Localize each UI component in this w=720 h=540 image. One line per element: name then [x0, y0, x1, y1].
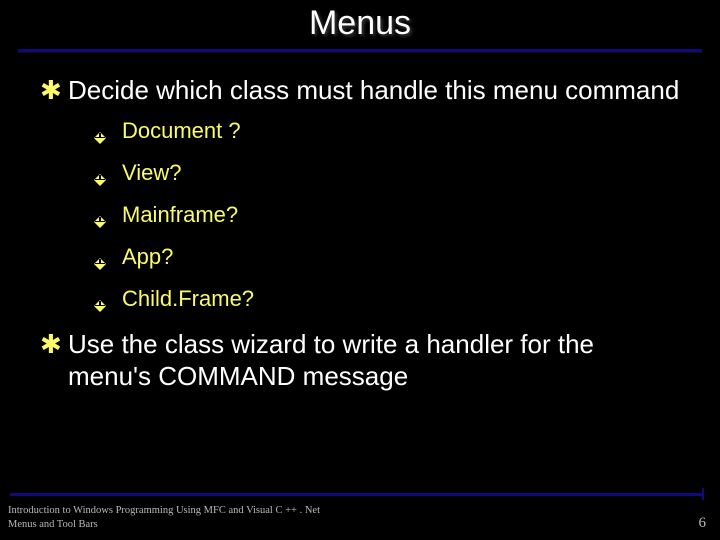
- star-bullet-icon: ✱: [40, 74, 68, 106]
- footer-text: Introduction to Windows Programming Usin…: [8, 504, 320, 532]
- content-area: ✱ Decide which class must handle this me…: [0, 52, 720, 392]
- bullet-level1: ✱ Decide which class must handle this me…: [40, 74, 680, 106]
- bullet-level2: Document ?: [94, 118, 680, 144]
- diamond-bullet-icon: [94, 118, 122, 144]
- star-bullet-icon: ✱: [40, 328, 68, 360]
- bullet-level2: App?: [94, 244, 680, 270]
- diamond-bullet-icon: [94, 160, 122, 186]
- sub-bullet-text: Child.Frame?: [122, 286, 254, 312]
- footer: Introduction to Windows Programming Usin…: [0, 492, 720, 540]
- bullet-text: Use the class wizard to write a handler …: [68, 328, 680, 392]
- diamond-bullet-icon: [94, 202, 122, 228]
- sub-bullet-text: App?: [122, 244, 173, 270]
- bullet-level2: View?: [94, 160, 680, 186]
- footer-line2: Menus and Tool Bars: [8, 519, 98, 530]
- sub-bullet-text: View?: [122, 160, 182, 186]
- slide: Menus ✱ Decide which class must handle t…: [0, 0, 720, 540]
- bullet-text: Decide which class must handle this menu…: [68, 74, 679, 106]
- title-block: Menus: [0, 0, 720, 43]
- footer-line1: Introduction to Windows Programming Usin…: [8, 505, 320, 516]
- footer-rule: [10, 493, 702, 496]
- bullet-level2: Mainframe?: [94, 202, 680, 228]
- slide-title: Menus: [0, 4, 720, 43]
- bullet-level2: Child.Frame?: [94, 286, 680, 312]
- page-number: 6: [699, 515, 707, 532]
- diamond-bullet-icon: [94, 244, 122, 270]
- sub-bullet-text: Mainframe?: [122, 202, 238, 228]
- bullet-level1: ✱ Use the class wizard to write a handle…: [40, 328, 680, 392]
- diamond-bullet-icon: [94, 286, 122, 312]
- sub-bullet-text: Document ?: [122, 118, 241, 144]
- sub-bullet-group: Document ? View? Mainframe? App? Child.F…: [40, 118, 680, 312]
